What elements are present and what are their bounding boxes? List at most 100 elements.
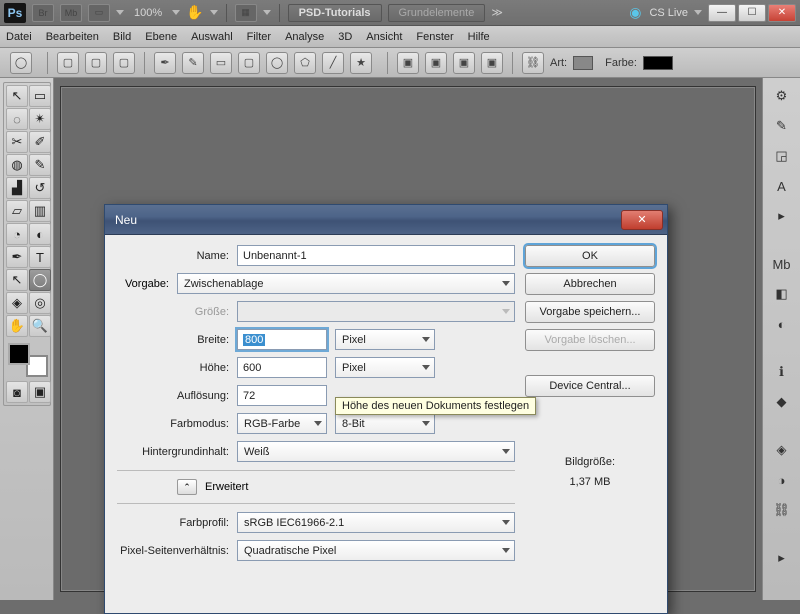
minibridge-icon[interactable]: Mb — [772, 254, 792, 274]
shape-tool-icon[interactable]: ◯ — [29, 269, 51, 291]
screenmode-icon[interactable]: ▣ — [29, 381, 51, 403]
minimize-button[interactable]: — — [708, 4, 736, 22]
bitdepth-select[interactable]: 8-Bit — [335, 413, 435, 434]
menu-hilfe[interactable]: Hilfe — [468, 31, 490, 43]
blur-tool-icon[interactable]: ◔ — [6, 223, 28, 245]
menu-bearbeiten[interactable]: Bearbeiten — [46, 31, 99, 43]
minibridge-icon[interactable]: Mb — [60, 4, 82, 22]
menu-fenster[interactable]: Fenster — [416, 31, 453, 43]
color-swatch[interactable] — [643, 56, 673, 70]
width-unit-select[interactable]: Pixel — [335, 329, 435, 350]
healing-tool-icon[interactable]: ◍ — [6, 154, 28, 176]
marquee-tool-icon[interactable]: ▭ — [29, 85, 51, 107]
3d-tool-icon[interactable]: ◈ — [6, 292, 28, 314]
rounded-rect-icon[interactable]: ▢ — [238, 52, 260, 74]
pathop3-icon[interactable]: ▣ — [453, 52, 475, 74]
3d-cam-icon[interactable]: ◎ — [29, 292, 51, 314]
height-unit-select[interactable]: Pixel — [335, 357, 435, 378]
char-icon[interactable]: A — [772, 176, 792, 196]
ellipse-shape-icon[interactable]: ◯ — [266, 52, 288, 74]
channels-icon[interactable]: ◑ — [772, 470, 792, 490]
dropdown-icon[interactable] — [116, 10, 124, 15]
paths-icon[interactable]: ⛓ — [772, 500, 792, 520]
zoom-level[interactable]: 100% — [130, 7, 166, 19]
quickmask-icon[interactable]: ◙ — [6, 381, 28, 403]
maximize-button[interactable]: ☐ — [738, 4, 766, 22]
colormode-select[interactable]: RGB-Farbe — [237, 413, 327, 434]
dialog-close-button[interactable]: ✕ — [621, 210, 663, 230]
bridge-icon[interactable]: Br — [32, 4, 54, 22]
menu-3d[interactable]: 3D — [338, 31, 352, 43]
swatches-icon[interactable]: ◧ — [772, 284, 792, 304]
pixelaspect-select[interactable]: Quadratische Pixel — [237, 540, 515, 561]
dialog-titlebar[interactable]: Neu ✕ — [105, 205, 667, 235]
menu-analyse[interactable]: Analyse — [285, 31, 324, 43]
name-input[interactable]: Unbenannt-1 — [237, 245, 515, 266]
color-icon[interactable]: ◐ — [772, 314, 792, 334]
workspace-grundelemente[interactable]: Grundelemente — [388, 4, 486, 22]
hand-tool-icon[interactable]: ✋ — [186, 4, 203, 21]
layers-icon[interactable]: ◈ — [772, 440, 792, 460]
pathop4-icon[interactable]: ▣ — [481, 52, 503, 74]
resolution-input[interactable]: 72 — [237, 385, 327, 406]
rect-shape-icon[interactable]: ▭ — [210, 52, 232, 74]
menu-bild[interactable]: Bild — [113, 31, 131, 43]
fg-color-swatch[interactable] — [8, 343, 30, 365]
color-picker[interactable] — [6, 341, 50, 379]
preset-select[interactable]: Zwischenablage — [177, 273, 515, 294]
adjustments-icon[interactable]: ⚙ — [772, 86, 792, 106]
more-icon[interactable]: ▸ — [772, 206, 792, 226]
dropdown-icon[interactable] — [172, 10, 180, 15]
hand-tool-icon[interactable]: ✋ — [6, 315, 28, 337]
shape-tool-icon[interactable]: ◯ — [10, 52, 32, 74]
pathop1-icon[interactable]: ▣ — [397, 52, 419, 74]
nav-icon[interactable]: ◲ — [772, 146, 792, 166]
screen-mode-icon[interactable]: ▭ — [88, 4, 110, 22]
cancel-button[interactable]: Abbrechen — [525, 273, 655, 295]
custom-shape-icon[interactable]: ★ — [350, 52, 372, 74]
dropdown-icon[interactable] — [694, 10, 702, 15]
gradient-tool-icon[interactable]: ▥ — [29, 200, 51, 222]
crop-tool-icon[interactable]: ✂ — [6, 131, 28, 153]
chevron-right-icon[interactable]: ≫ — [491, 6, 503, 19]
dodge-tool-icon[interactable]: ◐ — [29, 223, 51, 245]
dropdown-icon[interactable] — [210, 10, 218, 15]
workspace-psd-tutorials[interactable]: PSD-Tutorials — [288, 4, 382, 22]
move-tool-icon[interactable]: ↖ — [6, 85, 28, 107]
brushes-icon[interactable]: ✎ — [772, 116, 792, 136]
background-select[interactable]: Weiß — [237, 441, 515, 462]
path-select-icon[interactable]: ↖ — [6, 269, 28, 291]
styles-icon[interactable]: ◆ — [772, 392, 792, 412]
menu-auswahl[interactable]: Auswahl — [191, 31, 233, 43]
lasso-tool-icon[interactable]: ◌ — [6, 108, 28, 130]
info-icon[interactable]: ℹ — [772, 362, 792, 382]
actions-icon[interactable]: ▸ — [772, 548, 792, 568]
save-preset-button[interactable]: Vorgabe speichern... — [525, 301, 655, 323]
menu-filter[interactable]: Filter — [247, 31, 271, 43]
menu-datei[interactable]: Datei — [6, 31, 32, 43]
freeform-pen-icon[interactable]: ✎ — [182, 52, 204, 74]
cs-live-label[interactable]: CS Live — [649, 7, 688, 19]
paths-icon[interactable]: ▢ — [85, 52, 107, 74]
eraser-tool-icon[interactable]: ▱ — [6, 200, 28, 222]
pen-tool-icon[interactable]: ✒ — [6, 246, 28, 268]
type-tool-icon[interactable]: T — [29, 246, 51, 268]
style-swatch[interactable] — [573, 56, 593, 70]
colorprofile-select[interactable]: sRGB IEC61966-2.1 — [237, 512, 515, 533]
menu-ebene[interactable]: Ebene — [145, 31, 177, 43]
link-icon[interactable]: ⛓ — [522, 52, 544, 74]
device-central-button[interactable]: Device Central... — [525, 375, 655, 397]
advanced-toggle[interactable]: ⌃ — [177, 479, 197, 495]
wand-tool-icon[interactable]: ✴ — [29, 108, 51, 130]
line-shape-icon[interactable]: ╱ — [322, 52, 344, 74]
pen-icon[interactable]: ✒ — [154, 52, 176, 74]
brush-tool-icon[interactable]: ✎ — [29, 154, 51, 176]
polygon-shape-icon[interactable]: ⬠ — [294, 52, 316, 74]
zoom-tool-icon[interactable]: 🔍 — [29, 315, 51, 337]
stamp-tool-icon[interactable]: ▟ — [6, 177, 28, 199]
pathop2-icon[interactable]: ▣ — [425, 52, 447, 74]
dropdown-icon[interactable] — [263, 10, 271, 15]
history-brush-icon[interactable]: ↺ — [29, 177, 51, 199]
ok-button[interactable]: OK — [525, 245, 655, 267]
height-input[interactable]: 600 — [237, 357, 327, 378]
